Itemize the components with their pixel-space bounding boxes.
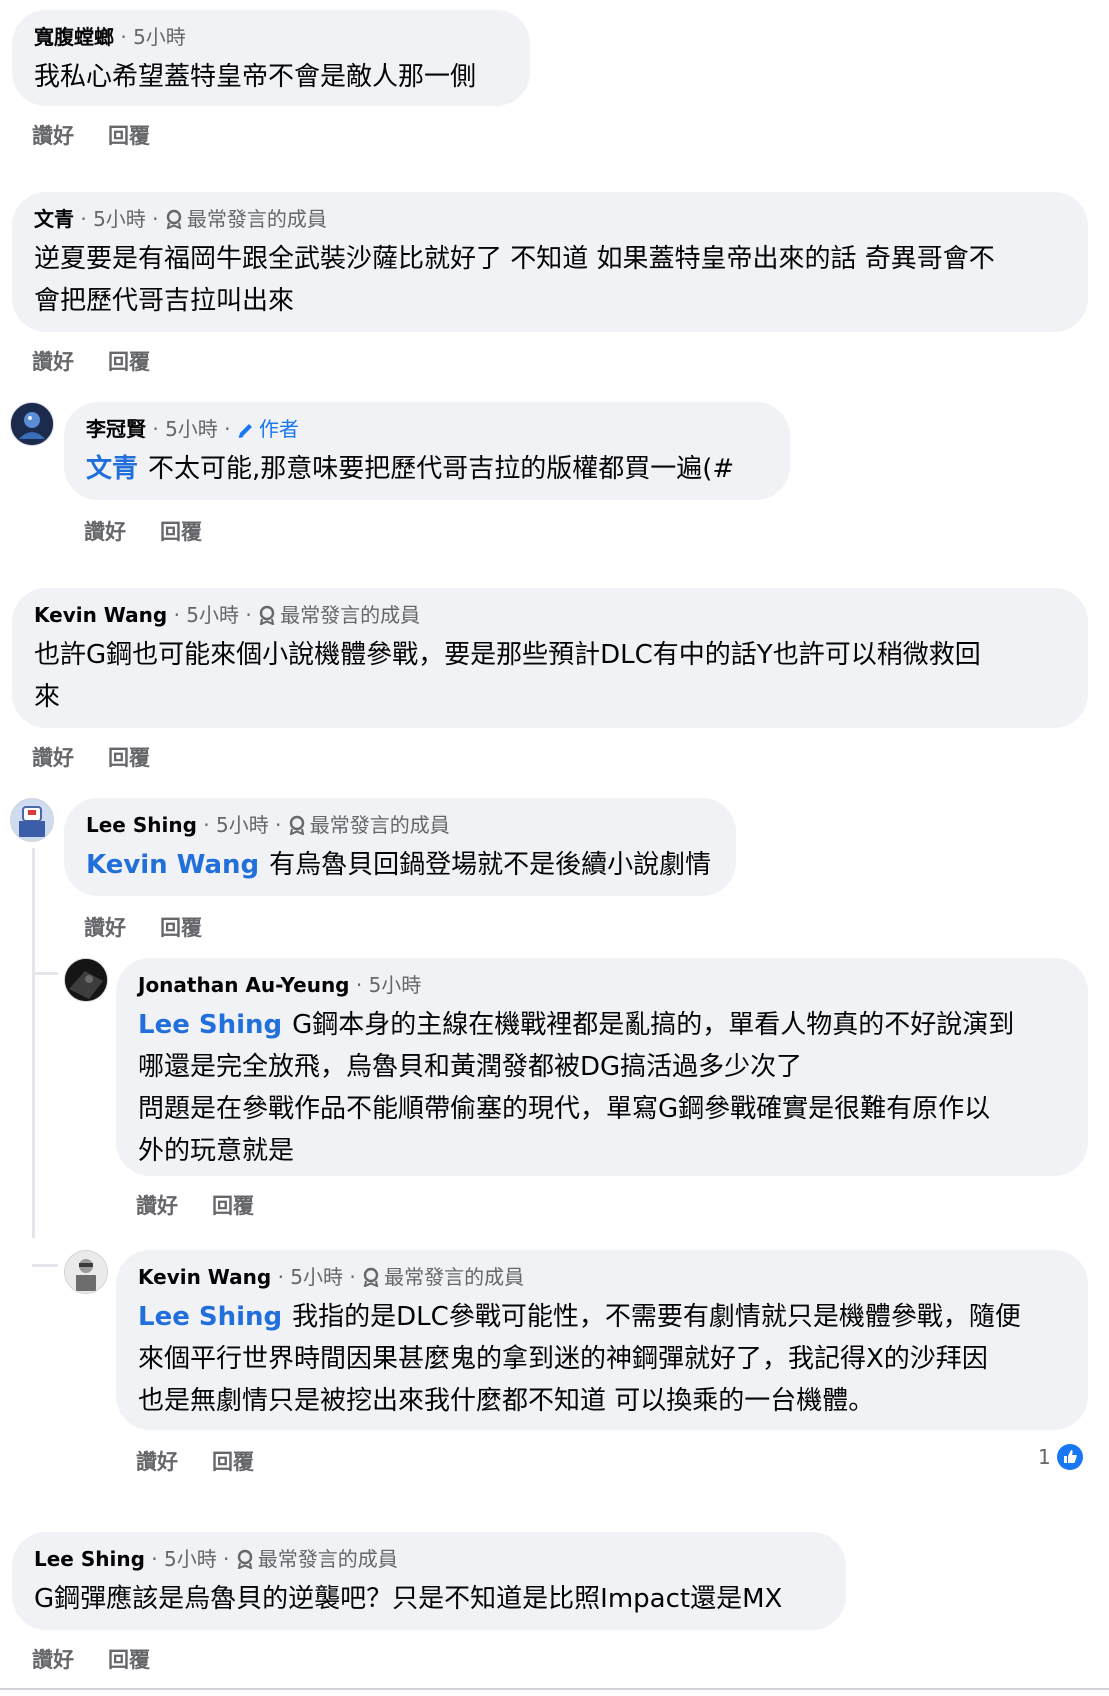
avatar[interactable]	[10, 798, 54, 842]
comment-text: 我私心希望蓋特皇帝不會是敵人那一側	[34, 62, 477, 92]
like-button[interactable]: 讚好	[32, 124, 74, 148]
thread-line	[32, 972, 58, 975]
like-button[interactable]: 讚好	[84, 520, 126, 544]
comment-text: Lee Shing G鋼本身的主線在機戰裡都是亂搞的，單看人物真的不好說演到 哪還…	[138, 1010, 1015, 1166]
thread-line	[32, 1264, 58, 1267]
reaction-count-number: 1	[1038, 1445, 1051, 1469]
reply-button[interactable]: 回覆	[108, 350, 150, 374]
comment-text: 也許G鋼也可能來個小說機體參戰，要是那些預計DLC有中的話Y也許可以稍微救回 來	[34, 640, 981, 712]
comment-text: Kevin Wang 有烏魯貝回鍋登場就不是後續小說劇情	[86, 850, 712, 880]
top-contributor-badge: 最常發言的成員	[288, 813, 450, 837]
comment-text: 文青 不太可能,那意味要把歷代哥吉拉的版權都買一遍(#	[86, 454, 735, 484]
top-contributor-badge: 最常發言的成員	[362, 1265, 524, 1289]
comment-time[interactable]: 5小時	[369, 973, 422, 997]
comment-text: Lee Shing 我指的是DLC參戰可能性，不需要有劇情就只是機體參戰，隨便 來…	[138, 1302, 1021, 1416]
comment-time[interactable]: 5小時	[165, 417, 218, 441]
comment-actions: 讚好 回覆	[136, 1190, 254, 1220]
reply-button[interactable]: 回覆	[212, 1450, 254, 1474]
comment-meta: 文青 · 5小時 · 最常發言的成員	[34, 207, 327, 231]
pencil-icon	[238, 424, 252, 438]
divider	[0, 1688, 1109, 1690]
comment-bubble: Kevin Wang · 5小時 · 最常發言的成員 也許G鋼也可能來個小說機體…	[12, 588, 1088, 728]
comment-bubble: 寬腹螳螂 · 5小時 我私心希望蓋特皇帝不會是敵人那一側	[12, 10, 530, 106]
like-button[interactable]: 讚好	[32, 350, 74, 374]
comment-actions: 讚好 回覆	[32, 1644, 150, 1674]
comment-meta: 李冠賢 · 5小時 · 作者	[86, 417, 299, 441]
comment-actions: 讚好 回覆	[32, 120, 150, 150]
like-button[interactable]: 讚好	[32, 746, 74, 770]
comment-author[interactable]: Kevin Wang	[34, 603, 167, 627]
comment-bubble: Jonathan Au-Yeung · 5小時 Lee Shing G鋼本身的主線…	[116, 958, 1088, 1176]
comment-meta: Lee Shing · 5小時 · 最常發言的成員	[86, 813, 450, 837]
mention-link[interactable]: Lee Shing	[138, 1302, 282, 1332]
comment-author[interactable]: 文青	[34, 207, 74, 231]
top-contributor-badge: 最常發言的成員	[236, 1547, 398, 1571]
comment-time[interactable]: 5小時	[216, 813, 269, 837]
comment-text: G鋼彈應該是烏魯貝的逆襲吧？只是不知道是比照Impact還是MX	[34, 1584, 783, 1614]
comment-text: 逆夏要是有福岡牛跟全武裝沙薩比就好了 不知道 如果蓋特皇帝出來的話 奇異哥會不 …	[34, 244, 995, 316]
avatar[interactable]	[10, 402, 54, 446]
mention-link[interactable]: Lee Shing	[138, 1010, 282, 1040]
avatar[interactable]	[64, 1250, 108, 1294]
comment-bubble: Kevin Wang · 5小時 · 最常發言的成員 Lee Shing 我指的是…	[116, 1250, 1088, 1430]
reply-button[interactable]: 回覆	[108, 1648, 150, 1672]
comment-actions: 讚好 回覆	[136, 1446, 254, 1476]
top-contributor-badge: 最常發言的成員	[165, 207, 327, 231]
thumbs-up-icon	[1056, 1444, 1083, 1470]
reaction-count[interactable]: 1	[1038, 1444, 1083, 1470]
comment-actions: 讚好 回覆	[84, 912, 202, 942]
comment-meta: Kevin Wang · 5小時 · 最常發言的成員	[138, 1265, 525, 1289]
reply-button[interactable]: 回覆	[160, 520, 202, 544]
thread-line	[32, 848, 35, 1238]
comment-meta: Kevin Wang · 5小時 · 最常發言的成員	[34, 603, 421, 627]
top-contributor-badge: 最常發言的成員	[258, 603, 420, 627]
comment-author[interactable]: 李冠賢	[86, 417, 146, 441]
comment-author[interactable]: Lee Shing	[34, 1547, 145, 1571]
comment-actions: 讚好 回覆	[84, 516, 202, 546]
comment-author[interactable]: 寬腹螳螂	[34, 25, 114, 49]
comment-actions: 讚好 回覆	[32, 346, 150, 376]
comment-author[interactable]: Jonathan Au-Yeung	[138, 973, 350, 997]
comment-bubble: Lee Shing · 5小時 · 最常發言的成員 G鋼彈應該是烏魯貝的逆襲吧？…	[12, 1532, 846, 1630]
comment-time[interactable]: 5小時	[164, 1547, 217, 1571]
mention-link[interactable]: 文青	[86, 454, 138, 484]
reply-button[interactable]: 回覆	[212, 1194, 254, 1218]
comment-meta: Lee Shing · 5小時 · 最常發言的成員	[34, 1547, 398, 1571]
badge-icon	[259, 605, 275, 625]
like-button[interactable]: 讚好	[84, 916, 126, 940]
like-button[interactable]: 讚好	[136, 1450, 178, 1474]
comment-time[interactable]: 5小時	[290, 1265, 343, 1289]
comment-bubble: Lee Shing · 5小時 · 最常發言的成員 Kevin Wang 有烏魯貝…	[64, 798, 736, 896]
like-button[interactable]: 讚好	[136, 1194, 178, 1218]
mention-link[interactable]: Kevin Wang	[86, 850, 259, 880]
comment-meta: 寬腹螳螂 · 5小時	[34, 25, 186, 49]
comment-meta: Jonathan Au-Yeung · 5小時	[138, 973, 422, 997]
comment-bubble: 文青 · 5小時 · 最常發言的成員 逆夏要是有福岡牛跟全武裝沙薩比就好了 不知…	[12, 192, 1088, 332]
badge-icon	[237, 1549, 253, 1569]
comment-bubble: 李冠賢 · 5小時 · 作者 文青 不太可能,那意味要把歷代哥吉拉的版權都買一遍(…	[64, 402, 790, 500]
comment-author[interactable]: Kevin Wang	[138, 1265, 271, 1289]
badge-icon	[289, 815, 305, 835]
author-badge: 作者	[237, 417, 299, 441]
comment-actions: 讚好 回覆	[32, 742, 150, 772]
comment-author[interactable]: Lee Shing	[86, 813, 197, 837]
reply-button[interactable]: 回覆	[160, 916, 202, 940]
badge-icon	[166, 209, 182, 229]
comment-time[interactable]: 5小時	[133, 25, 186, 49]
avatar[interactable]	[64, 958, 108, 1002]
reply-button[interactable]: 回覆	[108, 746, 150, 770]
like-button[interactable]: 讚好	[32, 1648, 74, 1672]
comment-time[interactable]: 5小時	[93, 207, 146, 231]
reply-button[interactable]: 回覆	[108, 124, 150, 148]
badge-icon	[363, 1267, 379, 1287]
comment-time[interactable]: 5小時	[186, 603, 239, 627]
